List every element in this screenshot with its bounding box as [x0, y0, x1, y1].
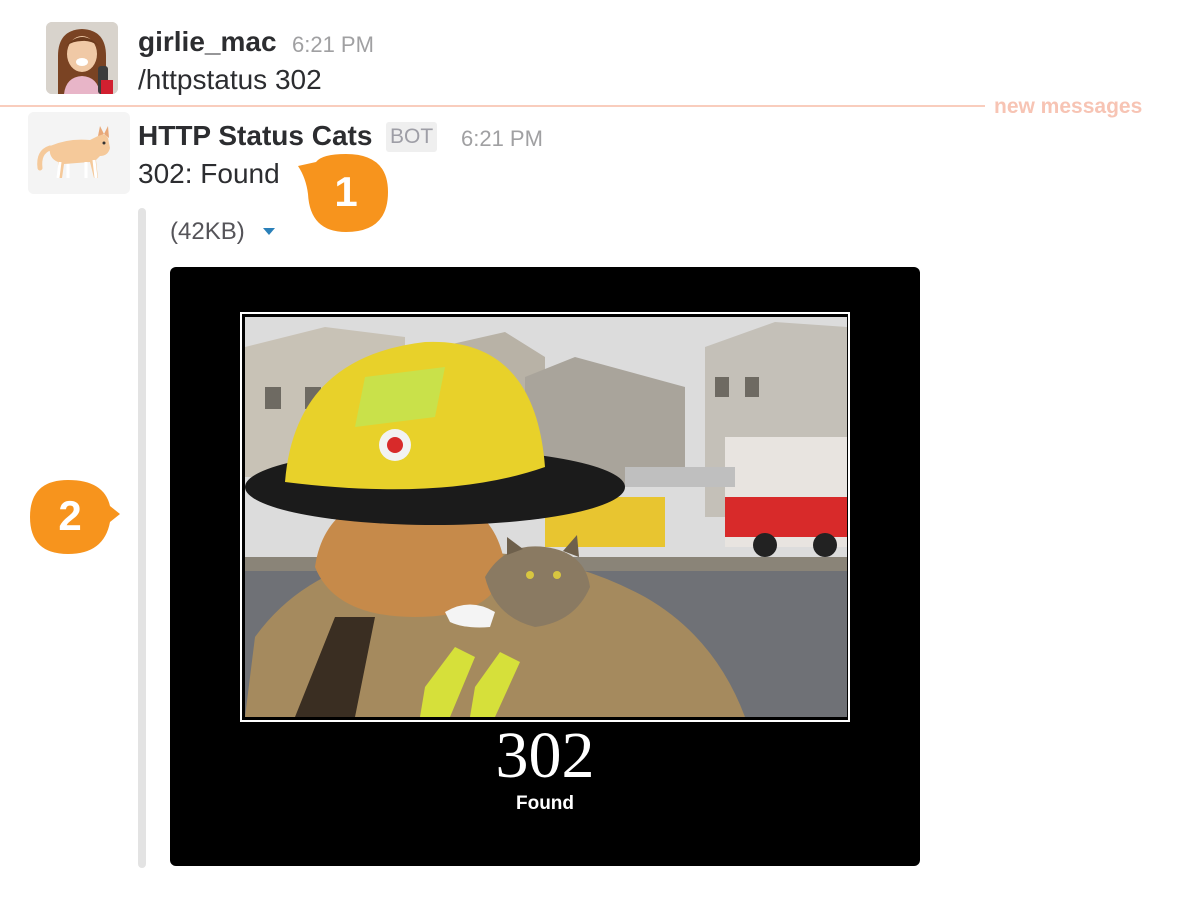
bot-badge: BOT [386, 122, 438, 152]
user-avatar[interactable] [46, 22, 118, 94]
firefighter-cat-photo [245, 317, 847, 717]
sender-name[interactable]: HTTP Status Cats [138, 120, 372, 152]
callout-number: 1 [334, 168, 358, 215]
chevron-down-icon[interactable] [261, 224, 277, 238]
poster-caption: Found [515, 793, 575, 814]
attachment-bar [138, 208, 146, 868]
callout-number: 2 [58, 492, 82, 539]
cat-avatar[interactable] [28, 112, 130, 194]
attachment-image[interactable]: 302 Found [170, 267, 920, 866]
sender-name[interactable]: girlie_mac [138, 26, 277, 58]
message-text: 302: Found [138, 158, 280, 189]
message-timestamp[interactable]: 6:21 PM [461, 126, 543, 152]
new-messages-label: new messages [994, 95, 1143, 118]
callout-badge-1: 1 [296, 152, 390, 234]
photo-frame [240, 312, 850, 722]
message-timestamp[interactable]: 6:21 PM [292, 32, 374, 58]
poster-status-code: 302 [495, 719, 595, 792]
photo-illustration [245, 317, 847, 717]
user-avatar-image [46, 22, 118, 94]
new-messages-divider [0, 105, 985, 107]
callout-badge-2: 2 [24, 478, 122, 556]
message-text: /httpstatus 302 [138, 64, 322, 95]
file-size-label: (42KB) [170, 218, 245, 245]
cat-icon [28, 112, 130, 194]
